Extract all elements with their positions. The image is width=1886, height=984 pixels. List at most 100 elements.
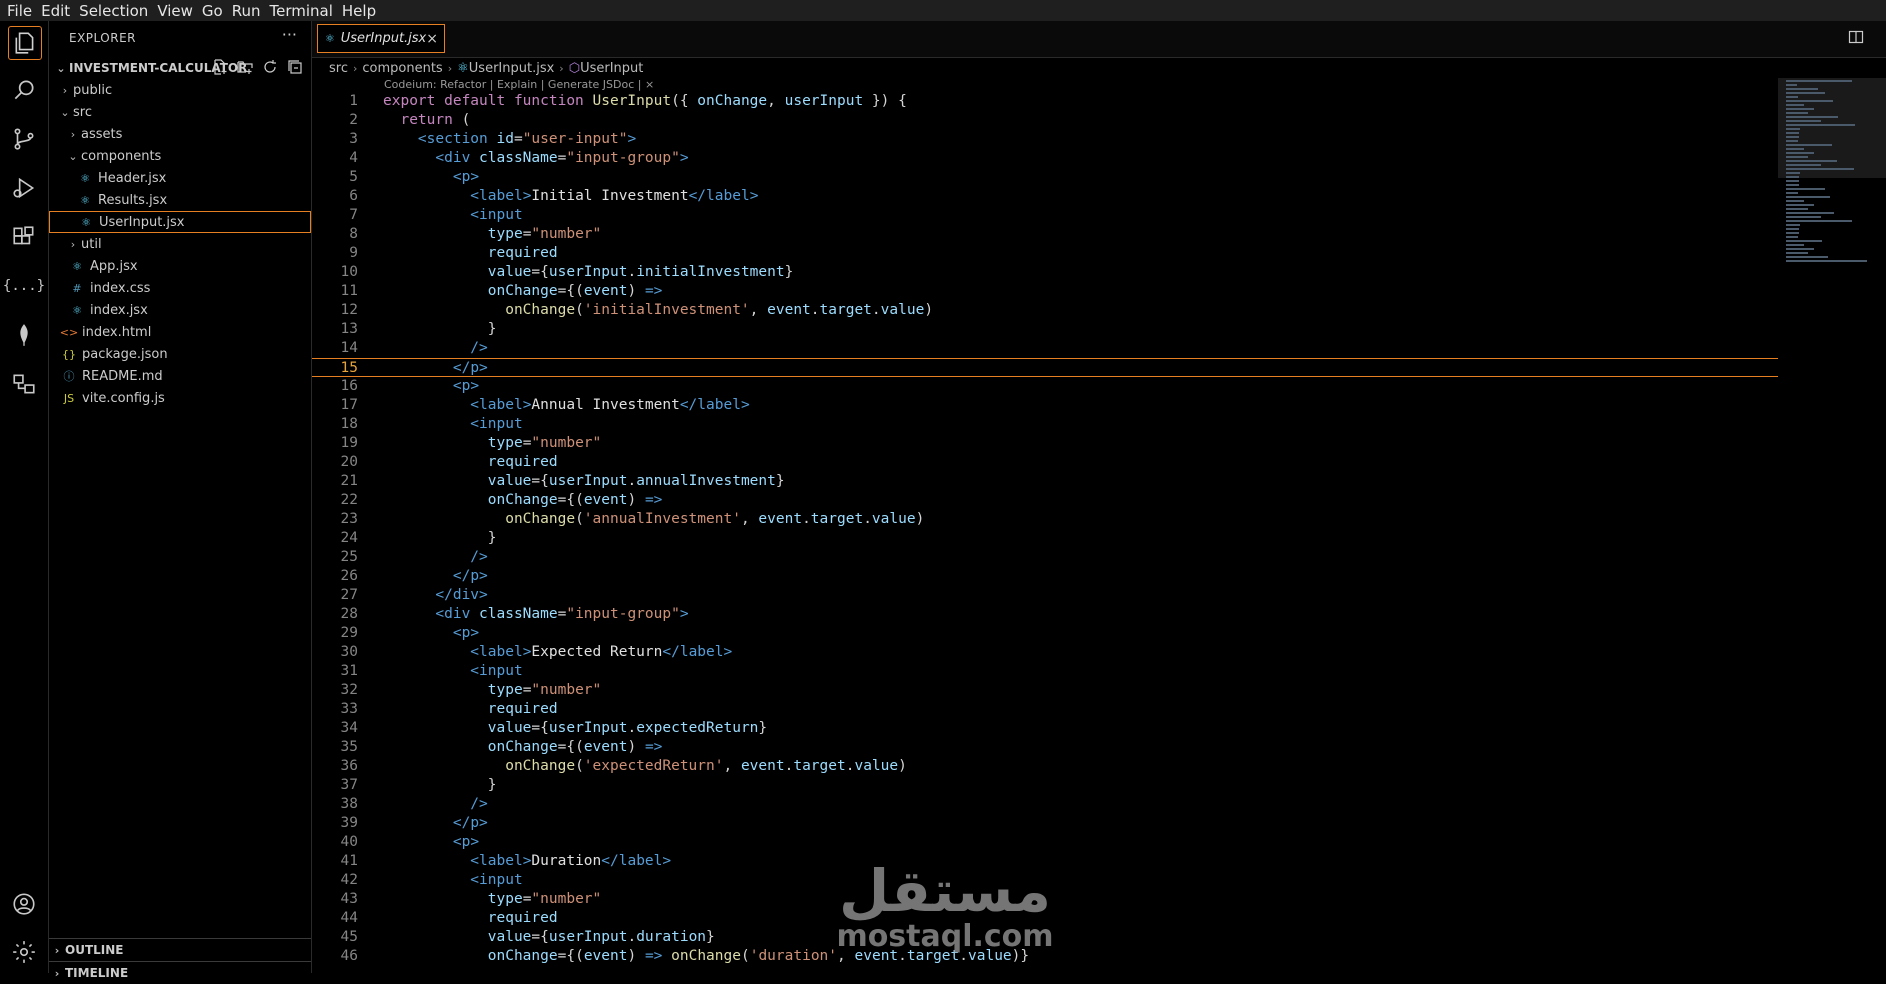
file-package-json[interactable]: {} package.json <box>49 343 311 365</box>
new-file-icon[interactable] <box>212 59 228 75</box>
file-readme-md[interactable]: ⓘ README.md <box>49 365 311 387</box>
code-line[interactable]: 22 onChange={(event) => <box>312 491 1778 510</box>
file-app-jsx[interactable]: ⚛ App.jsx <box>49 255 311 277</box>
file-index-jsx[interactable]: ⚛ index.jsx <box>49 299 311 321</box>
split-editor-icon[interactable] <box>1848 29 1864 49</box>
breadcrumb-item[interactable]: UserInput.jsx <box>469 61 555 76</box>
react-icon: ⚛ <box>80 193 90 207</box>
code-line[interactable]: 5 <p> <box>312 168 1778 187</box>
close-tab-icon[interactable]: × <box>426 31 438 47</box>
menu-help[interactable]: Help <box>342 2 376 20</box>
react-icon: ⚛ <box>81 215 91 229</box>
file-header-jsx[interactable]: ⚛ Header.jsx <box>49 167 311 189</box>
code-line[interactable]: 8 type="number" <box>312 225 1778 244</box>
menu-selection[interactable]: Selection <box>79 2 148 20</box>
source-control-icon[interactable] <box>8 123 40 155</box>
code-line[interactable]: 6 <label>Initial Investment</label> <box>312 187 1778 206</box>
mongodb-leaf-icon[interactable] <box>8 319 40 351</box>
code-line[interactable]: 29 <p> <box>312 624 1778 643</box>
remote-explorer-icon[interactable] <box>8 368 40 400</box>
account-icon[interactable] <box>8 888 40 920</box>
extensions-icon[interactable] <box>8 221 40 253</box>
chevron-right-icon: › <box>54 943 60 957</box>
code-line[interactable]: 31 <input <box>312 662 1778 681</box>
project-header[interactable]: ⌄ INVESTMENT-CALCULATOR <box>53 59 309 77</box>
json-braces-icon[interactable]: {...} <box>3 270 45 302</box>
breadcrumb-item[interactable]: components <box>362 61 442 76</box>
menu-go[interactable]: Go <box>202 2 223 20</box>
refresh-icon[interactable] <box>262 59 278 75</box>
settings-gear-icon[interactable] <box>8 936 40 968</box>
code-line[interactable]: 1 export default function UserInput({ onC… <box>312 92 1778 111</box>
file-results-jsx[interactable]: ⚛ Results.jsx <box>49 189 311 211</box>
file-userinput-jsx[interactable]: ⚛ UserInput.jsx <box>49 211 311 233</box>
file-vite-config-js[interactable]: JS vite.config.js <box>49 387 311 409</box>
menu-edit[interactable]: Edit <box>41 2 70 20</box>
chevron-down-icon: ⌄ <box>56 61 66 75</box>
file-index-html[interactable]: <> index.html <box>49 321 311 343</box>
code-line[interactable]: 3 <section id="user-input"> <box>312 130 1778 149</box>
code-line[interactable]: 33 required <box>312 700 1778 719</box>
menu-view[interactable]: View <box>157 2 193 20</box>
code-line[interactable]: 13 } <box>312 320 1778 339</box>
codeium-codelens[interactable]: Codeium: Refactor | Explain | Generate J… <box>384 78 654 91</box>
folder-src[interactable]: ⌄ src <box>49 101 311 123</box>
code-line[interactable]: 17 <label>Annual Investment</label> <box>312 396 1778 415</box>
code-line[interactable]: 20 required <box>312 453 1778 472</box>
code-line[interactable]: 26 </p> <box>312 567 1778 586</box>
search-icon[interactable] <box>8 74 40 106</box>
run-debug-icon[interactable] <box>8 172 40 204</box>
explorer-icon[interactable] <box>8 26 42 60</box>
code-line[interactable]: 15 </p> <box>312 358 1778 377</box>
more-actions-icon[interactable]: ··· <box>282 25 297 44</box>
code-line[interactable]: 14 /> <box>312 339 1778 358</box>
folder-public[interactable]: › public <box>49 79 311 101</box>
code-line[interactable]: 10 value={userInput.initialInvestment} <box>312 263 1778 282</box>
breadcrumb-item[interactable]: UserInput <box>580 61 643 76</box>
code-line[interactable]: 32 type="number" <box>312 681 1778 700</box>
folder-assets[interactable]: › assets <box>49 123 311 145</box>
new-folder-icon[interactable] <box>237 59 253 75</box>
code-line[interactable]: 35 onChange={(event) => <box>312 738 1778 757</box>
code-line[interactable]: 7 <input <box>312 206 1778 225</box>
code-line[interactable]: 27 </div> <box>312 586 1778 605</box>
code-line[interactable]: 16 <p> <box>312 377 1778 396</box>
code-line[interactable]: 9 required <box>312 244 1778 263</box>
code-line[interactable]: 23 onChange('annualInvestment', event.ta… <box>312 510 1778 529</box>
code-editor[interactable]: Codeium: Refactor | Explain | Generate J… <box>312 78 1778 973</box>
code-line[interactable]: 25 /> <box>312 548 1778 567</box>
code-line[interactable]: 38 /> <box>312 795 1778 814</box>
code-line[interactable]: 21 value={userInput.annualInvestment} <box>312 472 1778 491</box>
breadcrumb-item[interactable]: src <box>329 61 348 76</box>
code-line[interactable]: 37 } <box>312 776 1778 795</box>
minimap-line <box>1786 196 1830 198</box>
file-index-css[interactable]: # index.css <box>49 277 311 299</box>
code-line[interactable]: 11 onChange={(event) => <box>312 282 1778 301</box>
code-line[interactable]: 34 value={userInput.expectedReturn} <box>312 719 1778 738</box>
code-line[interactable]: 39 </p> <box>312 814 1778 833</box>
code-line[interactable]: 24 } <box>312 529 1778 548</box>
chevron-down-icon: ⌄ <box>68 149 78 163</box>
minimap-line <box>1786 232 1800 234</box>
collapse-all-icon[interactable] <box>287 59 303 75</box>
menu-terminal[interactable]: Terminal <box>270 2 333 20</box>
code-line[interactable]: 28 <div className="input-group"> <box>312 605 1778 624</box>
code-line[interactable]: 30 <label>Expected Return</label> <box>312 643 1778 662</box>
folder-components[interactable]: ⌄ components <box>49 145 311 167</box>
code-text: <p> <box>383 378 480 394</box>
minimap[interactable] <box>1778 78 1886 262</box>
minimap-line <box>1786 248 1814 250</box>
menu-file[interactable]: File <box>7 2 32 20</box>
code-line[interactable]: 40 <p> <box>312 833 1778 852</box>
code-line[interactable]: 18 <input <box>312 415 1778 434</box>
code-line[interactable]: 19 type="number" <box>312 434 1778 453</box>
outline-panel-header[interactable]: › OUTLINE <box>49 938 311 961</box>
folder-util[interactable]: › util <box>49 233 311 255</box>
code-line[interactable]: 4 <div className="input-group"> <box>312 149 1778 168</box>
code-line[interactable]: 12 onChange('initialInvestment', event.t… <box>312 301 1778 320</box>
tab-userinput[interactable]: ⚛ UserInput.jsx × <box>317 24 445 53</box>
code-line[interactable]: 36 onChange('expectedReturn', event.targ… <box>312 757 1778 776</box>
code-line[interactable]: 2 return ( <box>312 111 1778 130</box>
line-number: 20 <box>340 454 358 470</box>
menu-run[interactable]: Run <box>232 2 261 20</box>
